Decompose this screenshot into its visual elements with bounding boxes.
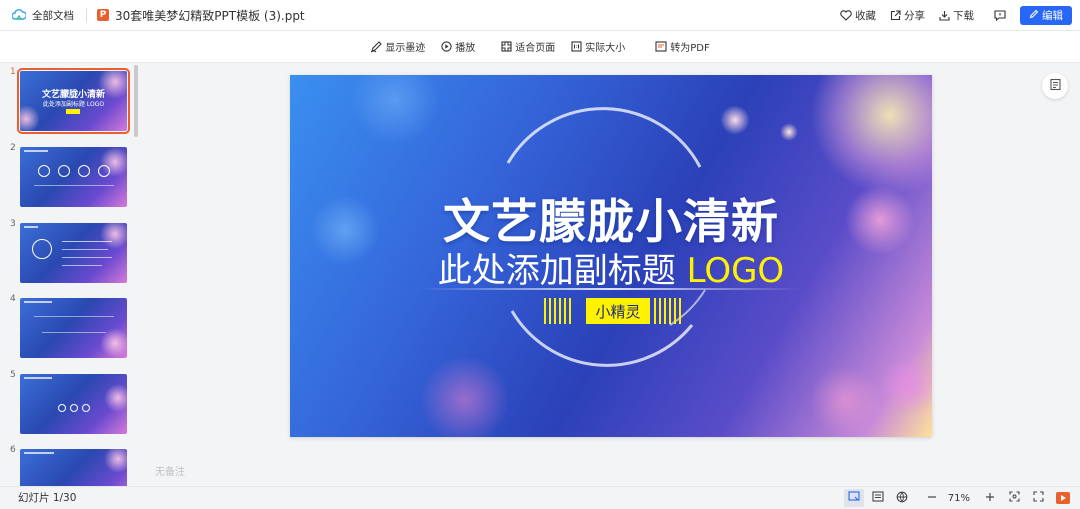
fullscreen-icon bbox=[1032, 491, 1044, 505]
play-button[interactable]: 播放 bbox=[441, 39, 475, 54]
comment-button[interactable] bbox=[994, 10, 1006, 21]
pencil-icon bbox=[1029, 9, 1039, 22]
right-stripe-decoration bbox=[654, 298, 681, 324]
convert-pdf-label: 转为PDF bbox=[670, 43, 710, 54]
pdf-convert-icon bbox=[655, 41, 667, 52]
all-docs-label: 全部文档 bbox=[32, 9, 74, 22]
normal-view-button[interactable] bbox=[843, 489, 864, 507]
show-ink-button[interactable]: 显示墨迹 bbox=[370, 39, 425, 54]
download-label: 下载 bbox=[953, 10, 974, 22]
logo-text: LOGO bbox=[686, 251, 785, 291]
view-toolbar: 显示墨迹 播放 适合页面 实际大小 转为PDF bbox=[0, 31, 1080, 63]
slide-number: 6 bbox=[10, 445, 16, 455]
actual-size-button[interactable]: 实际大小 bbox=[571, 39, 625, 54]
slide-thumb-4[interactable]: 4 bbox=[0, 292, 141, 362]
fit-window-button[interactable] bbox=[1004, 489, 1024, 507]
slideshow-button[interactable] bbox=[1056, 492, 1070, 504]
subtitle-text: 此处添加副标题 bbox=[437, 251, 676, 291]
show-ink-label: 显示墨迹 bbox=[385, 43, 426, 54]
download-button[interactable]: 下载 bbox=[939, 8, 974, 23]
status-controls: 71% bbox=[840, 487, 1070, 509]
left-stripe-decoration bbox=[544, 298, 571, 324]
ppt-file-icon: P bbox=[97, 9, 109, 21]
top-actions: 收藏 分享 下载 编辑 bbox=[826, 0, 1072, 31]
share-label: 分享 bbox=[904, 10, 925, 22]
slide-thumbnail[interactable]: 文艺朦胧小清新 此处添加副标题 LOGO bbox=[17, 68, 130, 134]
globe-icon bbox=[896, 491, 908, 506]
fit-page-button[interactable]: 适合页面 bbox=[501, 39, 555, 54]
notes-panel-button[interactable] bbox=[1042, 73, 1068, 99]
slide-thumbnail[interactable] bbox=[20, 298, 127, 358]
zoom-level: 71% bbox=[947, 492, 970, 504]
slideshow-play-icon bbox=[1059, 492, 1067, 505]
slide-thumbnail-panel[interactable]: 1 文艺朦胧小清新 此处添加副标题 LOGO 2 3 4 5 6 bbox=[0, 63, 141, 486]
slide-number: 3 bbox=[10, 219, 16, 229]
all-docs-link[interactable]: 全部文档 bbox=[12, 8, 74, 23]
notes-view-icon bbox=[872, 491, 884, 505]
slide-number: 5 bbox=[10, 370, 16, 380]
slide-thumb-2[interactable]: 2 bbox=[0, 141, 141, 211]
actual-size-label: 实际大小 bbox=[585, 43, 626, 54]
play-label: 播放 bbox=[455, 43, 476, 54]
cloud-icon bbox=[12, 9, 26, 21]
fit-page-icon bbox=[501, 41, 512, 52]
ink-pen-icon bbox=[370, 40, 383, 53]
slide-number: 1 bbox=[10, 67, 16, 77]
notes-placeholder[interactable]: 无备注 bbox=[155, 463, 185, 478]
play-icon bbox=[441, 41, 452, 52]
zoom-out-button[interactable] bbox=[922, 489, 942, 507]
plus-icon bbox=[985, 492, 995, 505]
download-icon bbox=[939, 10, 950, 21]
title-divider-line bbox=[420, 288, 802, 290]
comment-icon bbox=[994, 10, 1006, 21]
slide-thumbnail[interactable] bbox=[20, 374, 127, 434]
minus-icon bbox=[927, 492, 937, 505]
share-icon bbox=[890, 10, 901, 21]
slide-thumb-6[interactable]: 6 bbox=[0, 443, 141, 486]
fit-page-label: 适合页面 bbox=[515, 43, 556, 54]
top-bar: 全部文档 P 30套唯美梦幻精致PPT模板 (3).ppt 收藏 分享 下载 编… bbox=[0, 0, 1080, 31]
notes-icon bbox=[1049, 78, 1062, 94]
slide-thumb-5[interactable]: 5 bbox=[0, 368, 141, 438]
web-view-button[interactable] bbox=[892, 489, 912, 507]
convert-pdf-button[interactable]: 转为PDF bbox=[655, 39, 710, 54]
normal-view-icon bbox=[848, 491, 860, 505]
zoom-in-button[interactable] bbox=[980, 489, 1000, 507]
fit-window-icon bbox=[1008, 491, 1020, 505]
thumbnail-scrollbar[interactable] bbox=[134, 65, 138, 137]
current-slide: 文艺朦胧小清新 此处添加副标题 LOGO 小精灵 bbox=[290, 75, 932, 437]
thumb-subtitle: 此处添加副标题 LOGO bbox=[42, 101, 105, 108]
slide-number: 4 bbox=[10, 294, 16, 304]
slide-view: 文艺朦胧小清新 此处添加副标题 LOGO 小精灵 无备注 bbox=[141, 63, 1080, 486]
actual-size-icon bbox=[571, 41, 582, 52]
heart-icon bbox=[840, 10, 852, 21]
favorite-label: 收藏 bbox=[855, 10, 876, 22]
fullscreen-button[interactable] bbox=[1028, 489, 1048, 507]
edit-button[interactable]: 编辑 bbox=[1020, 6, 1072, 25]
divider bbox=[86, 8, 87, 22]
slide-thumbnail[interactable] bbox=[20, 223, 127, 283]
slide-thumb-1[interactable]: 1 文艺朦胧小清新 此处添加副标题 LOGO bbox=[0, 65, 141, 135]
file-name: 30套唯美梦幻精致PPT模板 (3).ppt bbox=[115, 8, 305, 23]
slide-thumbnail[interactable] bbox=[20, 449, 127, 486]
edit-label: 编辑 bbox=[1042, 10, 1063, 22]
favorite-button[interactable]: 收藏 bbox=[840, 8, 876, 23]
slide-number: 2 bbox=[10, 143, 16, 153]
notes-view-button[interactable] bbox=[868, 489, 888, 507]
slide-subtitle: 此处添加副标题 LOGO bbox=[290, 243, 932, 292]
slide-counter: 幻灯片 1/30 bbox=[18, 492, 77, 504]
slide-thumb-3[interactable]: 3 bbox=[0, 217, 141, 287]
share-button[interactable]: 分享 bbox=[890, 8, 925, 23]
slide-title: 文艺朦胧小清新 bbox=[443, 195, 779, 250]
status-bar: 幻灯片 1/30 71% bbox=[0, 486, 1080, 508]
slide-thumbnail[interactable] bbox=[20, 147, 127, 207]
slide-tag: 小精灵 bbox=[586, 298, 650, 324]
